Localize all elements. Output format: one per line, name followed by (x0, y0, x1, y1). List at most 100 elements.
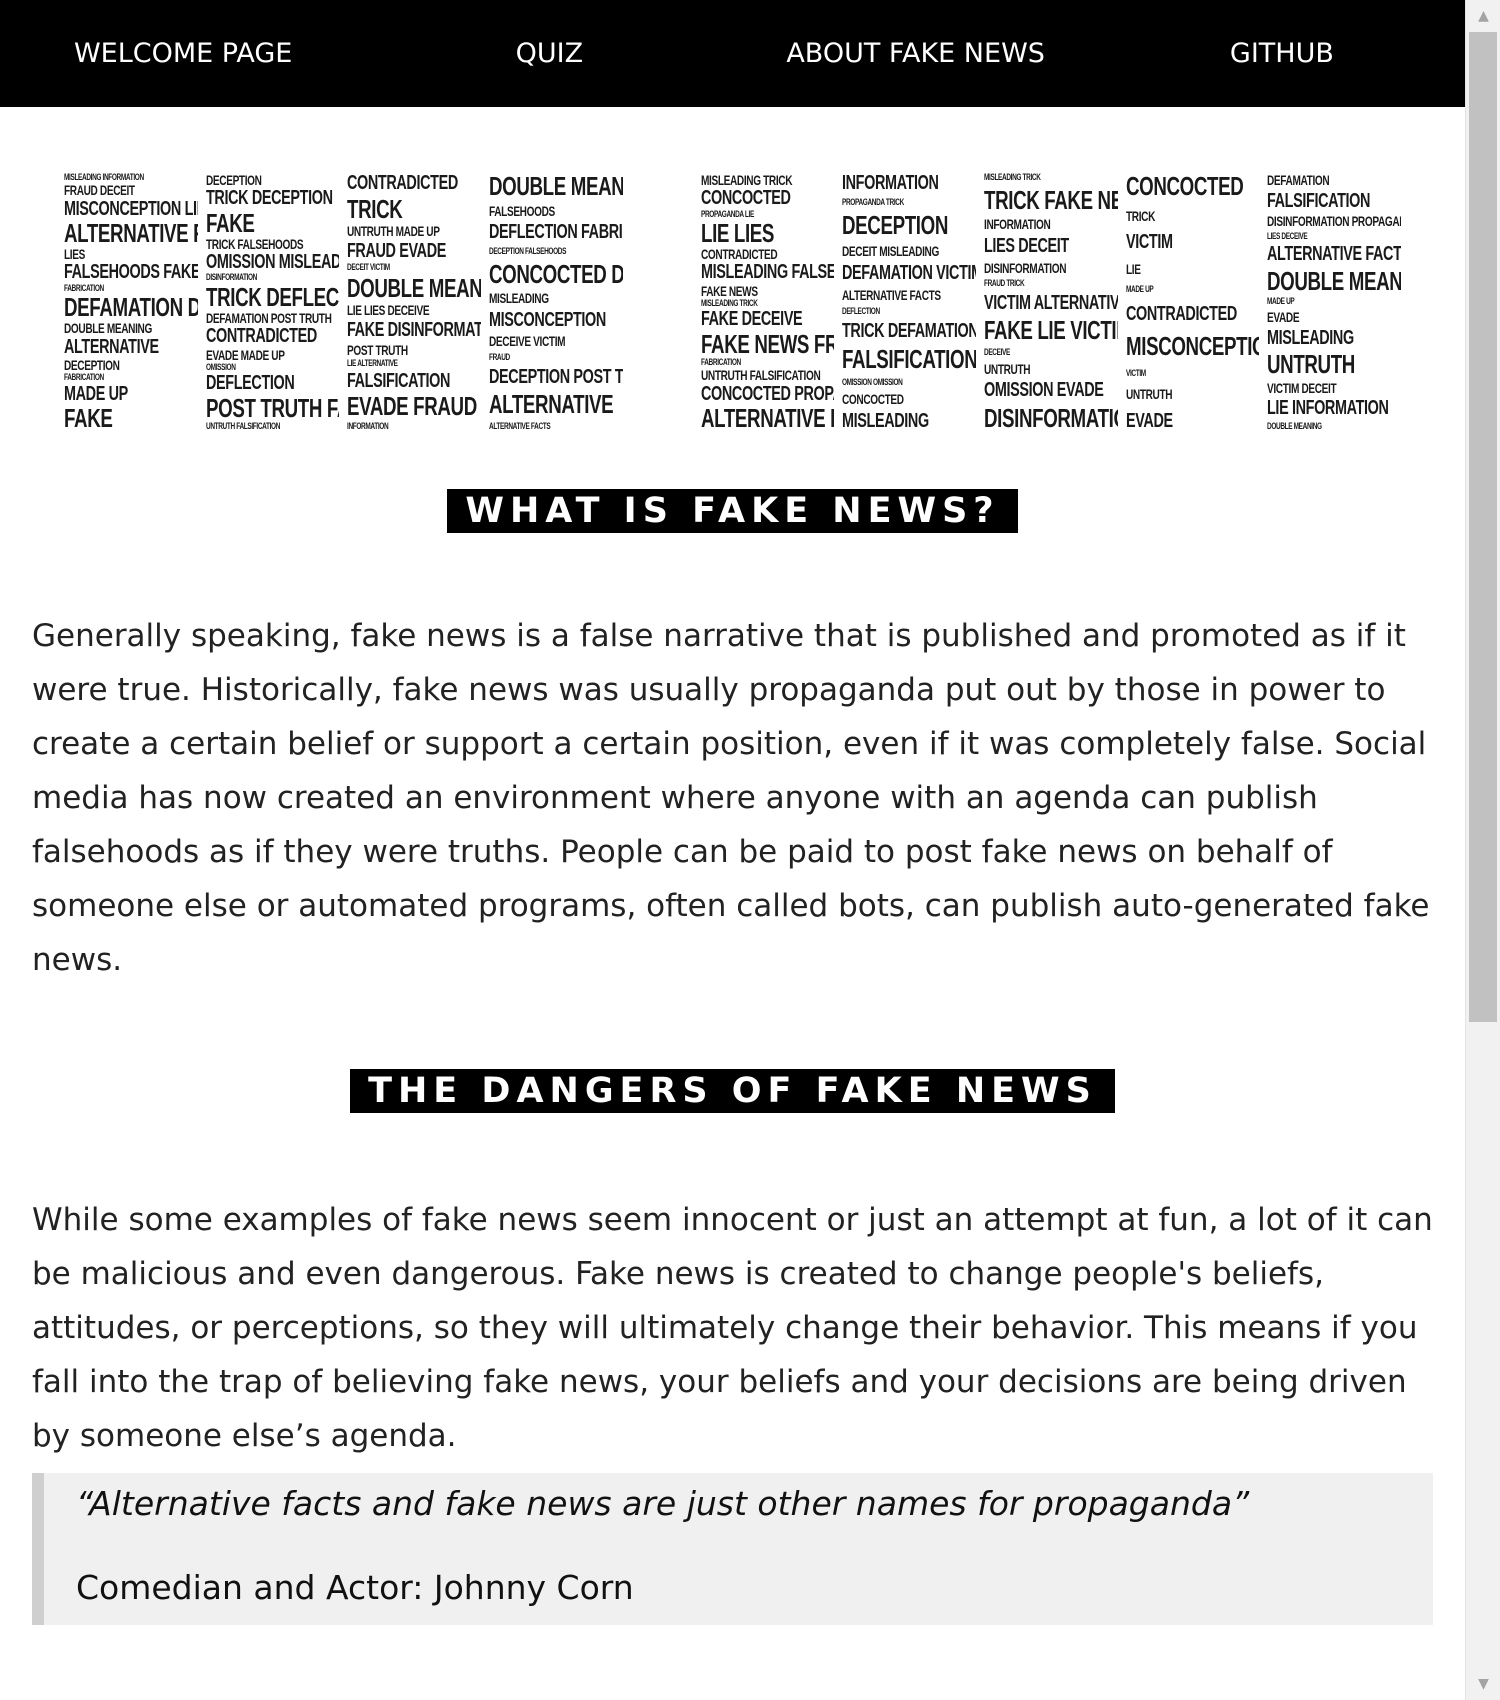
banner-word: Fake Lie Victim (984, 315, 1118, 346)
banner-word: Concocted (1125, 173, 1244, 201)
banner-word: Fake Disinformation (347, 319, 481, 342)
nav-quiz[interactable]: QUIZ (366, 38, 732, 69)
banner-word: Made Up (64, 382, 128, 405)
banner-word: Made Up (1125, 284, 1154, 295)
banner-letter: Defamation Falsification Disinformation Pr… (1267, 173, 1401, 431)
banner-word: Trick Deflection (205, 281, 340, 312)
banner-letter: Misleading Trick Concocted Propaganda Lie L… (701, 173, 835, 431)
section-heading-what-is-fake-news: WHAT IS FAKE NEWS? (447, 489, 1018, 533)
page: WELCOME PAGE QUIZ ABOUT FAKE NEWS GITHUB… (0, 0, 1465, 1700)
banner-word: Deflection (842, 306, 881, 317)
vertical-scrollbar[interactable]: ▲ ▼ (1465, 0, 1500, 1700)
banner-word: Deflection (205, 372, 295, 395)
banner-word: Omission Evade (984, 379, 1104, 402)
banner-word: Omission Omission (842, 376, 903, 387)
banner-word: Concocted (700, 187, 791, 210)
banner-word: Victim (1125, 367, 1146, 378)
banner-word: Falsification (347, 369, 451, 392)
banner-word: Deceit Victim (347, 262, 391, 273)
banner-word: Lies Deceive (1267, 230, 1308, 241)
banner-word: Deception (842, 210, 949, 241)
banner-word: Information (347, 420, 389, 431)
banner-word: Disinformation (984, 259, 1067, 276)
banner-word: Lie Information (1267, 397, 1389, 420)
paragraph-dangers: While some examples of fake news seem in… (32, 1202, 1433, 1454)
banner-word: Defamation Victim (842, 261, 977, 284)
banner-word: Untruth (1267, 349, 1356, 380)
banner-word: Misleading (842, 409, 930, 431)
banner-word: Contradicted (205, 325, 317, 348)
banner-word-gap (631, 173, 693, 431)
nav-github[interactable]: GITHUB (1099, 38, 1465, 69)
banner-word: Evade (1125, 409, 1173, 431)
banner-word: Alternative (64, 335, 159, 358)
banner-word: Misconception (489, 308, 606, 331)
banner-word: Deception (205, 173, 262, 188)
banner-word: Information (984, 216, 1051, 233)
banner-word: Falsification (1267, 189, 1371, 212)
banner-word: Lies (64, 246, 85, 263)
banner-word: Falsehoods (489, 202, 555, 219)
banner-letter: Concocted Trick Victim Lie Made Up Contradict… (1126, 173, 1260, 431)
banner-word: Deflection Fabrication (489, 221, 623, 244)
banner-word: Omission Misleading (205, 251, 340, 274)
banner-word: Trick (1125, 207, 1155, 224)
banner-word: Deceive Victim (489, 333, 566, 350)
scrollbar-thumb[interactable] (1469, 32, 1497, 1022)
banner-word: Lie Lies (700, 217, 774, 248)
banner-word: Fake Deceive (700, 308, 803, 331)
banner-word: Double Meaning (1267, 420, 1323, 431)
scroll-up-arrow-icon[interactable]: ▲ (1466, 0, 1500, 32)
paragraph-what-is-fake-news: Generally speaking, fake news is a false… (32, 618, 1430, 978)
banner-word: Double Meaning (347, 272, 481, 303)
banner-word: Contradicted (347, 173, 459, 194)
quote-author: Comedian and Actor: Johnny Corn (76, 1568, 634, 1607)
banner-word: Victim (1125, 231, 1173, 254)
banner-word: Trick Falsehoods (205, 235, 304, 252)
banner-word: Post Truth (347, 341, 409, 358)
nav-welcome-page[interactable]: WELCOME PAGE (0, 38, 366, 69)
banner-word: Fabrication (64, 372, 104, 383)
scroll-down-arrow-icon[interactable]: ▼ (1466, 1668, 1500, 1700)
fake-news-word-cloud-banner: Misleading Information Fraud Deceit Miscon… (64, 173, 1401, 431)
banner-word: Propaganda Trick (842, 197, 905, 208)
banner-word: Misconception Lies (64, 197, 198, 220)
banner-word: Alternative Facts (1267, 243, 1402, 266)
banner-word: Fraud Evade (347, 239, 447, 262)
banner-word: Victim Deceit (1267, 379, 1337, 396)
nav-about-fake-news[interactable]: ABOUT FAKE NEWS (733, 38, 1099, 69)
banner-word: Misconception (1125, 331, 1260, 362)
banner-word: Contradicted (1125, 302, 1237, 325)
banner-word: Victim Alternative Facts (984, 291, 1118, 314)
banner-letter: Misleading Information Fraud Deceit Miscon… (64, 173, 198, 431)
banner-letter: Deception Trick Deception Fake Trick Falseh… (206, 173, 340, 431)
banner-word: Contradicted (700, 246, 778, 263)
banner-word: Lie Alternative (347, 358, 398, 369)
banner-word: Defamation (1267, 173, 1330, 188)
banner-word: Information (842, 173, 939, 194)
banner-word: Fraud Trick (984, 278, 1025, 289)
banner-word: Trick (347, 193, 403, 224)
banner-word: Deception Post Truth (489, 365, 623, 388)
banner-word: Falsehoods Fake News (64, 261, 198, 284)
banner-word: Untruth (1125, 386, 1173, 403)
banner-word: Double Meaning (489, 173, 623, 201)
blockquote: “Alternative facts and fake news are jus… (32, 1473, 1433, 1625)
banner-word: Alternative (489, 389, 614, 420)
banner-word: Evade Fraud (347, 391, 478, 422)
banner-word: Alternative Facts (842, 286, 942, 303)
banner-word: Falsification Fake (842, 344, 977, 375)
banner-word: Misleading Information (64, 173, 144, 182)
banner-word: Defamation Deceit (64, 292, 198, 323)
banner-word: Fraud (489, 352, 510, 362)
banner-word: Deception (64, 356, 120, 373)
banner-word: Untruth Falsification (700, 367, 821, 384)
banner-word: Defamation Post Truth (205, 310, 332, 327)
banner-word: Misleading Trick (984, 173, 1041, 182)
quote-text: “Alternative facts and fake news are jus… (76, 1484, 1250, 1523)
banner-word: Misleading Trick (700, 298, 758, 309)
banner-word: Untruth (984, 360, 1031, 377)
banner-word: Fake (64, 402, 113, 431)
banner-word: Concocted (842, 390, 905, 407)
banner-word: Fake (205, 207, 255, 238)
